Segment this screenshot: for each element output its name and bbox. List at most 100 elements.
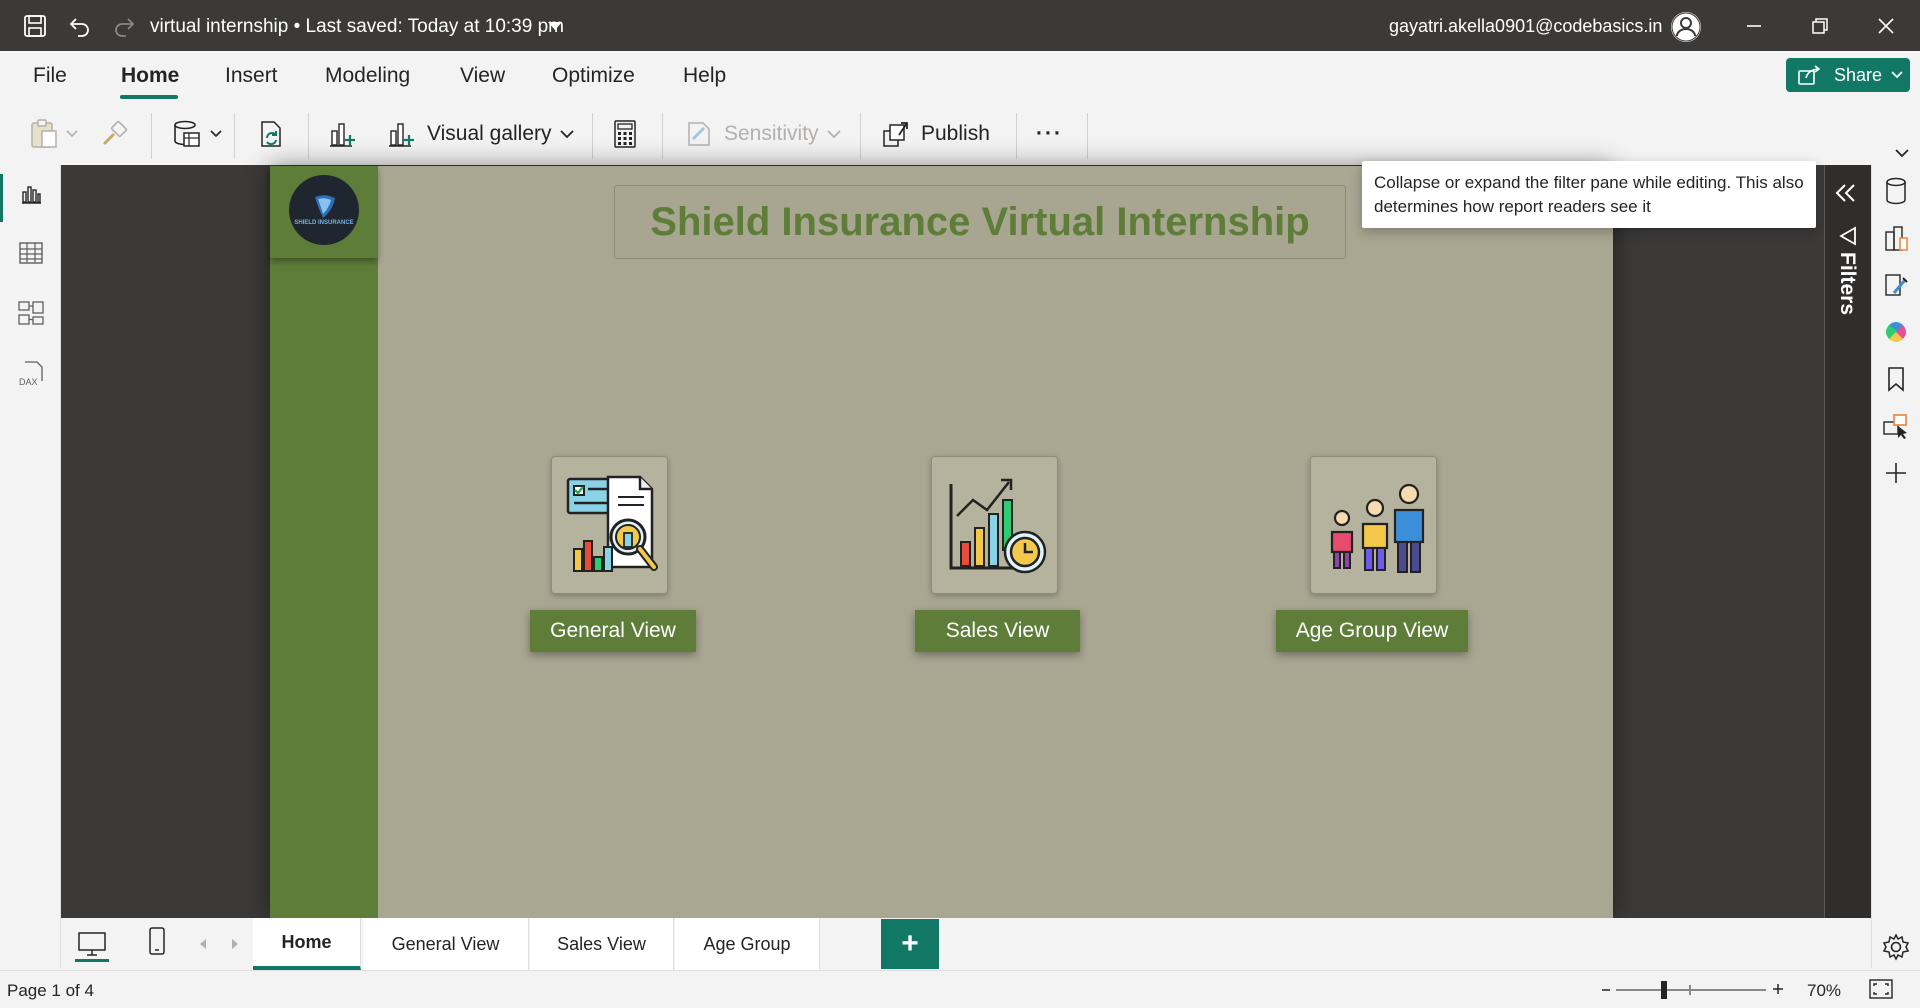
scroll-left-icon[interactable] [199,938,207,950]
page-tabs-bar: Home General View Sales View Age Group + [61,918,1871,970]
general-view-tile[interactable] [551,456,668,594]
fit-to-page-icon[interactable] [1869,979,1893,999]
avatar[interactable] [1671,12,1701,42]
sales-view-tile[interactable] [931,456,1058,594]
tab-view[interactable]: View [460,64,505,88]
general-view-button[interactable]: General View [530,610,696,652]
paste-button[interactable] [30,115,78,153]
calculator-icon [614,120,636,148]
zoom-slider-handle[interactable] [1661,981,1667,999]
get-data-button[interactable] [172,115,222,153]
refresh-button[interactable] [256,115,286,153]
page-tab-age-group[interactable]: Age Group [675,918,820,970]
tab-insert[interactable]: Insert [225,64,278,88]
status-bar: Page 1 of 4 70% [0,970,1920,1008]
active-view-indicator [0,174,3,222]
model-view-icon[interactable] [15,297,47,329]
zoom-out-icon[interactable] [1600,980,1612,1000]
visual-gallery-button[interactable]: Visual gallery [387,115,574,153]
toolbar-separator [592,113,593,159]
clipboard-icon [31,119,57,148]
scroll-right-icon[interactable] [231,938,239,950]
zoom-slider-track[interactable] [1616,989,1766,991]
toolbar-separator [151,113,152,159]
chevron-down-icon [66,130,78,138]
report-search-icon [566,475,658,572]
report-title-box: Shield Insurance Virtual Internship [614,185,1346,259]
more-options-button[interactable]: ··· [1036,115,1063,153]
add-pane-icon[interactable] [1880,457,1912,489]
new-visual-button[interactable] [328,115,358,153]
redo-icon[interactable] [111,13,137,39]
document-title[interactable]: virtual internship • Last saved: Today a… [150,16,564,38]
more-options-label: ··· [1036,122,1063,145]
copilot-icon[interactable] [1880,316,1912,348]
age-group-view-button[interactable]: Age Group View [1276,610,1468,652]
toolbar-separator [662,113,663,159]
tab-help[interactable]: Help [683,64,726,88]
report-page: SHIELD INSURANCE Shield Insurance Virtua… [270,166,1613,918]
age-group-view-tile[interactable] [1310,456,1437,594]
tab-home[interactable]: Home [121,64,179,88]
format-pane-icon[interactable] [1880,269,1912,301]
logo-text: SHIELD INSURANCE [294,219,354,226]
page-indicator: Page 1 of 4 [7,981,94,1000]
page-tab-general-view[interactable]: General View [363,918,529,970]
share-label: Share [1834,64,1883,85]
add-page-button[interactable]: + [881,919,939,969]
shield-icon [315,194,335,218]
chevron-down-icon [1891,71,1903,79]
title-bar: virtual internship • Last saved: Today a… [0,0,1920,51]
dax-query-view-icon[interactable]: DAX [15,357,47,389]
ribbon-collapse-icon[interactable] [1895,149,1909,158]
sensitivity-label: Sensitivity [724,122,819,145]
filter-pane-tooltip: Collapse or expand the filter pane while… [1362,161,1816,228]
user-email: gayatri.akella0901@codebasics.in [1389,16,1663,36]
tab-modeling[interactable]: Modeling [325,64,410,88]
close-icon[interactable] [1869,10,1903,42]
report-title: Shield Insurance Virtual Internship [650,199,1310,244]
new-measure-button[interactable] [612,115,638,153]
sales-chart-icon [949,478,1046,574]
report-view-icon[interactable] [15,178,47,210]
report-sidebar-strip [270,166,378,918]
tab-optimize[interactable]: Optimize [552,64,635,88]
expand-filters-icon[interactable] [1835,183,1857,203]
settings-icon[interactable] [1880,931,1912,963]
restore-icon[interactable] [1803,10,1837,42]
pane-switcher [1871,165,1920,968]
minimize-icon[interactable] [1737,10,1771,42]
visualizations-pane-icon[interactable] [1880,222,1912,254]
zoom-level[interactable]: 70% [1807,981,1841,1001]
publish-label: Publish [921,122,990,145]
page-tab-home[interactable]: Home [253,918,361,970]
view-switcher: DAX [0,165,61,968]
tab-file[interactable]: File [33,64,67,88]
chevron-down-icon [559,129,574,138]
selection-pane-icon[interactable] [1880,410,1912,442]
page-tab-sales-view[interactable]: Sales View [530,918,674,970]
logo-container: SHIELD INSURANCE [270,166,378,258]
table-view-icon[interactable] [15,237,47,269]
sensitivity-button[interactable]: Sensitivity [684,115,841,153]
publish-button[interactable]: Publish [881,115,990,153]
mobile-layout-icon[interactable] [147,926,167,956]
zoom-slider-midmark [1689,985,1691,995]
sales-view-button[interactable]: Sales View [915,610,1080,652]
toolbar-separator [308,113,309,159]
ribbon-toolbar: Visual gallery Sensitivity Publish ··· [0,103,1920,165]
ribbon-tabs: File Home Insert Modeling View Optimize … [0,51,1920,103]
database-icon [174,120,200,147]
bookmarks-pane-icon[interactable] [1880,363,1912,395]
share-button[interactable]: Share [1786,58,1910,92]
zoom-in-icon[interactable] [1771,979,1785,999]
title-dropdown-icon[interactable] [548,22,562,30]
filters-label-container: Filters [1831,252,1861,327]
format-painter-button[interactable] [100,115,128,153]
data-pane-icon[interactable] [1880,175,1912,207]
toolbar-separator [234,113,235,159]
desktop-layout-icon[interactable] [75,928,109,962]
undo-icon[interactable] [67,13,93,39]
chevron-down-icon [210,130,222,138]
save-icon[interactable] [22,13,48,39]
